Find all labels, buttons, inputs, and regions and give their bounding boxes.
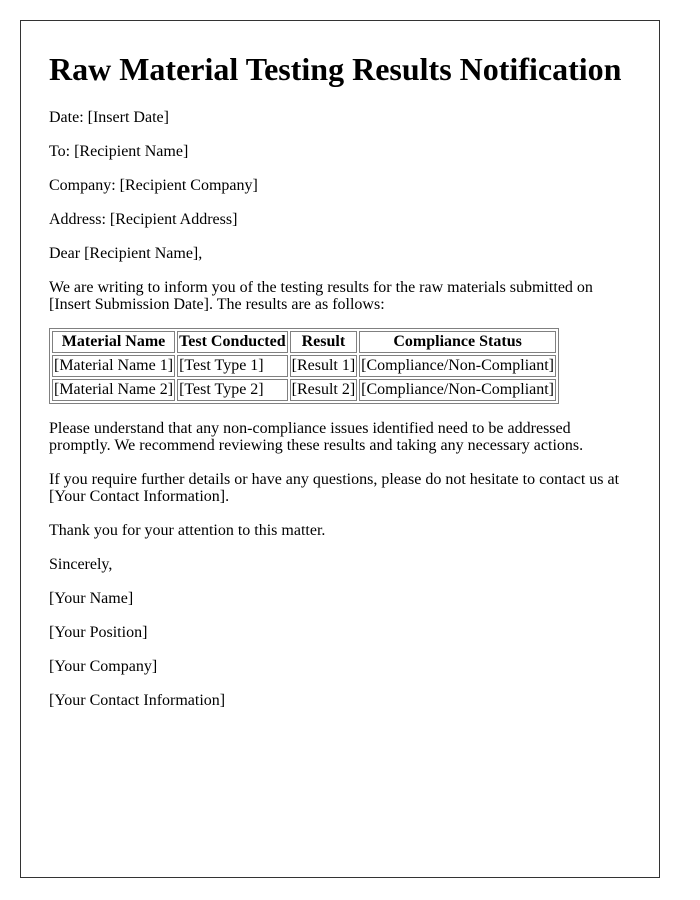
cell-result: [Result 1] xyxy=(289,355,358,377)
table-row: [Material Name 2] [Test Type 2] [Result … xyxy=(52,379,557,401)
signature-contact: [Your Contact Information] xyxy=(49,692,226,709)
contact-line-1: If you require further details or have a… xyxy=(49,471,620,488)
signature-position: [Your Position] xyxy=(49,624,148,641)
table-row: [Material Name 1] [Test Type 1] [Result … xyxy=(52,355,557,377)
company-field: Company: [Recipient Company] xyxy=(49,177,258,194)
salutation: Dear [Recipient Name], xyxy=(49,245,203,262)
table-header-row: Material Name Test Conducted Result Comp… xyxy=(52,331,557,353)
notice-paragraph: Please understand that any non-complianc… xyxy=(49,420,631,454)
results-table: Material Name Test Conducted Result Comp… xyxy=(49,328,560,404)
intro-line-2: [Insert Submission Date]. The results ar… xyxy=(49,296,385,313)
signature-name: [Your Name] xyxy=(49,590,134,607)
cell-result: [Result 2] xyxy=(289,379,358,401)
contact-paragraph: If you require further details or have a… xyxy=(49,471,631,505)
cell-material-name: [Material Name 2] xyxy=(52,379,176,401)
intro-line-1: We are writing to inform you of the test… xyxy=(49,279,593,296)
cell-compliance-status: [Compliance/Non-Compliant] xyxy=(359,379,557,401)
contact-line-2: [Your Contact Information]. xyxy=(49,488,230,505)
signature-company: [Your Company] xyxy=(49,658,158,675)
closing-line: Sincerely, xyxy=(49,556,113,573)
header-compliance-status: Compliance Status xyxy=(359,331,557,353)
letter-page: Raw Material Testing Results Notificatio… xyxy=(20,20,660,878)
header-material-name: Material Name xyxy=(52,331,176,353)
header-result: Result xyxy=(289,331,358,353)
notice-line-1: Please understand that any non-complianc… xyxy=(49,420,571,437)
address-field: Address: [Recipient Address] xyxy=(49,211,238,228)
thanks-line: Thank you for your attention to this mat… xyxy=(49,522,326,539)
date-field: Date: [Insert Date] xyxy=(49,109,169,126)
cell-test-conducted: [Test Type 1] xyxy=(177,355,288,377)
cell-compliance-status: [Compliance/Non-Compliant] xyxy=(359,355,557,377)
intro-paragraph: We are writing to inform you of the test… xyxy=(49,279,631,313)
header-test-conducted: Test Conducted xyxy=(177,331,288,353)
page-title: Raw Material Testing Results Notificatio… xyxy=(49,51,622,87)
recipient-field: To: [Recipient Name] xyxy=(49,143,189,160)
cell-test-conducted: [Test Type 2] xyxy=(177,379,288,401)
cell-material-name: [Material Name 1] xyxy=(52,355,176,377)
notice-line-2: promptly. We recommend reviewing these r… xyxy=(49,437,584,454)
